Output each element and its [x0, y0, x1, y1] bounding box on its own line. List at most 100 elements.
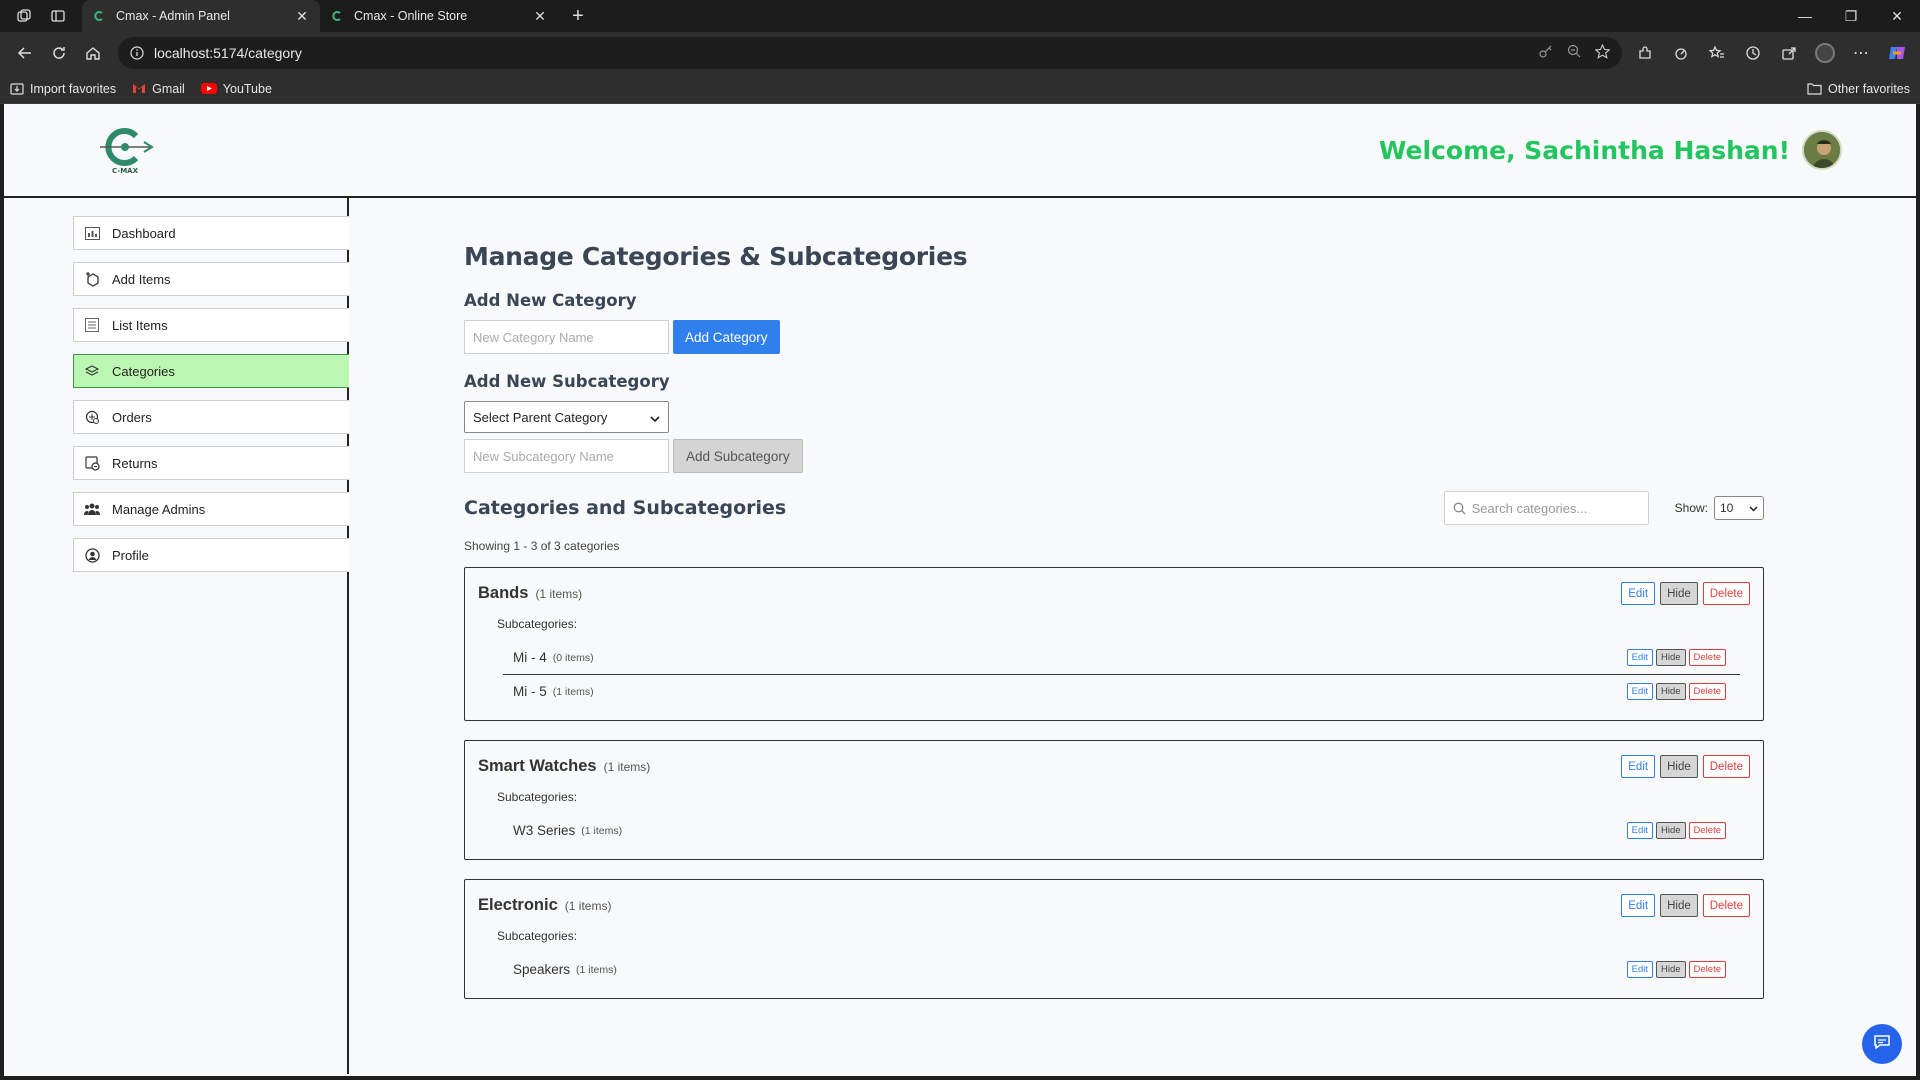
- hide-category-button[interactable]: Hide: [1660, 582, 1698, 605]
- subcategory-row: W3 Series (1 items) Edit Hide Delete: [503, 814, 1740, 847]
- edit-subcategory-button[interactable]: Edit: [1626, 649, 1653, 666]
- returns-icon: [84, 455, 100, 471]
- parent-category-select[interactable]: Select Parent Category: [464, 401, 669, 433]
- subcategory-count: (0 items): [552, 651, 594, 664]
- user-avatar[interactable]: [1802, 130, 1842, 170]
- subcategory-row: Mi - 5 (1 items) Edit Hide Delete: [503, 674, 1740, 708]
- edit-category-button[interactable]: Edit: [1621, 894, 1656, 917]
- subcategory-name: Speakers: [513, 962, 571, 977]
- sidebar-item-label: Manage Admins: [112, 501, 206, 517]
- cmax-logo[interactable]: C-MAX: [92, 124, 158, 176]
- back-icon[interactable]: [8, 36, 42, 70]
- add-subcategory-heading: Add New Subcategory: [464, 372, 670, 391]
- bookmark-label: YouTube: [222, 81, 272, 96]
- bookmark-label: Gmail: [152, 81, 185, 96]
- category-count: (1 items): [603, 759, 651, 774]
- subcategories-label: Subcategories:: [497, 790, 578, 804]
- layers-icon: [84, 363, 100, 379]
- edit-subcategory-button[interactable]: Edit: [1626, 683, 1653, 700]
- bookmark-gmail[interactable]: Gmail: [132, 82, 185, 96]
- edit-subcategory-button[interactable]: Edit: [1626, 961, 1653, 978]
- tab-online-store[interactable]: Cmax - Online Store ✕: [320, 0, 558, 32]
- new-subcategory-input[interactable]: New Subcategory Name: [464, 439, 669, 473]
- profile-avatar-icon[interactable]: [1810, 36, 1840, 70]
- sidebar-item-orders[interactable]: Orders: [73, 400, 349, 434]
- new-tab-button[interactable]: +: [564, 2, 592, 30]
- address-bar[interactable]: localhost:5174/category: [118, 37, 1622, 69]
- edit-subcategory-button[interactable]: Edit: [1626, 822, 1653, 839]
- show-label: Show:: [1674, 501, 1708, 515]
- add-subcategory-form: New Subcategory Name Add Subcategory: [464, 439, 1916, 473]
- showing-count: Showing 1 - 3 of 3 categories: [464, 539, 620, 553]
- sidebar-item-label: Add Items: [112, 271, 171, 287]
- performance-icon[interactable]: [1666, 36, 1696, 70]
- workspaces-icon[interactable]: [14, 6, 34, 26]
- minimize-icon[interactable]: —: [1782, 0, 1828, 32]
- profile-icon: [84, 547, 100, 563]
- sidebar-item-manage-admins[interactable]: Manage Admins: [73, 492, 349, 526]
- orders-icon: [84, 409, 100, 425]
- delete-subcategory-button[interactable]: Delete: [1688, 961, 1726, 978]
- delete-subcategory-button[interactable]: Delete: [1688, 822, 1726, 839]
- edit-category-button[interactable]: Edit: [1621, 582, 1656, 605]
- tab-admin-panel[interactable]: Cmax - Admin Panel ✕: [82, 0, 320, 32]
- refresh-icon[interactable]: [42, 36, 76, 70]
- delete-subcategory-button[interactable]: Delete: [1688, 683, 1726, 700]
- list-header: Categories and Subcategories Search cate…: [464, 491, 1764, 525]
- hide-category-button[interactable]: Hide: [1660, 755, 1698, 778]
- bookmark-youtube[interactable]: YouTube: [200, 81, 272, 96]
- add-category-form: New Category Name Add Category: [464, 320, 1916, 354]
- extensions-icon[interactable]: [1630, 36, 1660, 70]
- history-icon[interactable]: [1738, 36, 1768, 70]
- add-category-button[interactable]: Add Category: [673, 320, 780, 354]
- home-icon[interactable]: [76, 36, 110, 70]
- sidebar-item-label: Categories: [112, 363, 175, 379]
- sidebar-item-profile[interactable]: Profile: [73, 538, 349, 572]
- other-favorites[interactable]: Other favorites: [1807, 82, 1910, 96]
- tab-actions-icon[interactable]: [48, 6, 68, 26]
- hide-subcategory-button[interactable]: Hide: [1655, 649, 1686, 666]
- category-name: Smart Watches: [478, 757, 597, 775]
- password-key-icon[interactable]: [1539, 44, 1553, 62]
- bookmark-import-favorites[interactable]: Import favorites: [10, 82, 116, 96]
- sidebar-item-list-items[interactable]: List Items: [73, 308, 349, 342]
- delete-category-button[interactable]: Delete: [1702, 755, 1750, 778]
- chevron-down-icon: [1749, 501, 1758, 515]
- site-info-icon[interactable]: [130, 46, 144, 60]
- share-icon[interactable]: [1774, 36, 1804, 70]
- sidebar-item-add-items[interactable]: Add Items: [73, 262, 349, 296]
- hide-subcategory-button[interactable]: Hide: [1655, 822, 1686, 839]
- close-tab-icon[interactable]: ✕: [532, 8, 548, 24]
- subcategory-name: Mi - 4: [513, 650, 547, 665]
- copilot-icon[interactable]: [1882, 36, 1912, 70]
- restore-icon[interactable]: ❐: [1828, 0, 1874, 32]
- edit-category-button[interactable]: Edit: [1621, 755, 1656, 778]
- app-header: C-MAX Welcome, Sachintha Hashan!: [4, 104, 1916, 198]
- page-size-select[interactable]: 10: [1714, 496, 1764, 520]
- add-subcategory-button[interactable]: Add Subcategory: [673, 439, 803, 473]
- chat-button[interactable]: [1862, 1024, 1902, 1064]
- hide-subcategory-button[interactable]: Hide: [1655, 683, 1686, 700]
- favorite-star-icon[interactable]: [1594, 43, 1611, 62]
- hide-category-button[interactable]: Hide: [1660, 894, 1698, 917]
- sidebar-item-categories[interactable]: Categories: [73, 354, 349, 388]
- more-menu-icon[interactable]: ⋯: [1846, 36, 1876, 70]
- close-window-icon[interactable]: ✕: [1874, 0, 1920, 32]
- delete-category-button[interactable]: Delete: [1702, 582, 1750, 605]
- hide-subcategory-button[interactable]: Hide: [1655, 961, 1686, 978]
- close-tab-icon[interactable]: ✕: [294, 8, 310, 24]
- new-category-input[interactable]: New Category Name: [464, 320, 669, 354]
- sidebar-item-dashboard[interactable]: Dashboard: [73, 216, 349, 250]
- bookmarks-bar: Import favorites Gmail YouTube Other fav…: [0, 74, 1920, 104]
- subcategory-count: (1 items): [552, 685, 594, 698]
- chat-icon: [1873, 1033, 1891, 1056]
- tab-title: Cmax - Online Store: [354, 9, 468, 23]
- import-icon: [10, 82, 24, 96]
- zoom-out-icon[interactable]: [1567, 44, 1581, 62]
- sidebar-item-returns[interactable]: Returns: [73, 446, 349, 480]
- favorites-icon[interactable]: [1702, 36, 1732, 70]
- delete-subcategory-button[interactable]: Delete: [1688, 649, 1726, 666]
- search-input[interactable]: Search categories...: [1443, 491, 1649, 525]
- delete-category-button[interactable]: Delete: [1702, 894, 1750, 917]
- sidebar-item-label: Returns: [112, 455, 158, 471]
